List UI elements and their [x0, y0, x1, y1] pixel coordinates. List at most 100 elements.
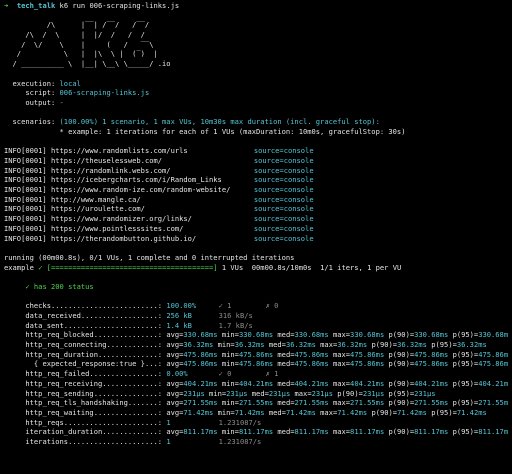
metric-stat-value: 36.32ms [337, 340, 368, 350]
metric-stat-value: 811.17ms [183, 427, 218, 437]
k6-logo: /\ |‾‾| /‾‾/ /‾‾/ /\ / \ | |/ / / / / \/… [4, 20, 508, 68]
log-level: INFO[0001] [4, 194, 47, 204]
metric-stat-value: 71.42ms [285, 407, 316, 417]
metric-stat-key: med= [277, 359, 295, 369]
metric-stat-key: max= [320, 340, 338, 350]
metric-value: 256 kB [166, 311, 192, 320]
metric-name: http_req_blocked...............: [25, 330, 163, 340]
metric-stat-key: min= [217, 407, 235, 417]
metric-stat-value: 36.32ms [397, 340, 427, 350]
metric-row: http_req_connecting............: avg=36.… [4, 340, 508, 350]
log-line: INFO[0001] https://www.random-ize.com/ra… [4, 185, 508, 195]
metric-stat-key: min= [221, 398, 239, 408]
metric-stat-key: p(90)= [371, 407, 398, 417]
metric-stat-key: max= [294, 388, 312, 398]
metric-stat-value: 475.86ms [238, 359, 274, 369]
prompt-command: k6 run 006-scraping-links.js [59, 1, 180, 10]
metric-stat-key: max= [332, 398, 351, 408]
metric-stat-value: 231µs [362, 388, 385, 398]
log-source: source=console [253, 175, 314, 185]
metric-stat-key: p(90)= [388, 427, 415, 437]
metric-name: iteration_duration.............: [25, 427, 163, 437]
metric-stat-value: 36.32ms [234, 340, 265, 350]
metric-value: 0.00% [166, 369, 188, 379]
metric-stat-value: 475.86ms [414, 359, 449, 369]
progress-line: example ✓ [=============================… [4, 263, 508, 273]
metric-stat-key: p(90)= [388, 359, 415, 369]
progress-tail: 1 VUs 00m00.8s/10m0s 1/1 iters, 1 per VU [221, 262, 402, 272]
metric-row: { expected_response:true }...: avg=475.8… [4, 359, 508, 369]
metric-stat-value: 330.68ms [238, 330, 274, 340]
metric-stat-key: p(95)= [452, 359, 479, 369]
scenarios-summary: (100.00%) 1 scenario, 1 max VUs, 10m30s … [59, 117, 380, 127]
metric-name: http_req_waiting...............: [25, 407, 163, 417]
metric-value: 1 [166, 436, 171, 446]
metric-stat-key: min= [221, 427, 239, 437]
metric-stat-key: avg= [166, 407, 184, 417]
metric-stat-value: 811.17ms [350, 427, 385, 437]
scenarios-line: scenarios: (100.00%) 1 scenario, 1 max V… [4, 117, 508, 127]
terminal-window[interactable]: ➜ tech_talk k6 run 006-scraping-links.js… [0, 0, 512, 474]
metric-name: checks.........................: [25, 301, 163, 311]
metric-name: http_req_sending...............: [25, 388, 163, 398]
metric-stat-key: p(95)= [452, 330, 479, 340]
log-level: INFO[0001] [4, 165, 47, 175]
metric-name: http_req_connecting............: [25, 340, 163, 350]
script-label: script: [4, 88, 56, 98]
metric-stat-key: min= [221, 359, 239, 369]
metric-name: http_req_failed................: [25, 369, 163, 379]
metric-stat-value: 811.17ms [478, 427, 508, 437]
metric-extra: 1.7 kB/s [218, 320, 253, 330]
scenario-name: example [4, 262, 34, 272]
metric-stat-value: 475.86ms [478, 359, 508, 369]
metric-stat-key: p(90)= [388, 398, 415, 408]
k6-logo-line: /\ / \ | |/ / / / [4, 30, 145, 40]
log-source: source=console [253, 214, 314, 224]
metric-stat-key: p(95)= [388, 388, 415, 398]
log-level: INFO[0001] [4, 223, 47, 233]
log-source: source=console [253, 165, 314, 175]
scenario-check-icon: ✓ [38, 262, 43, 272]
metric-stat-key: med= [268, 407, 286, 417]
log-url: https://theuselessweb.com/ [51, 156, 163, 165]
metric-row: http_req_waiting...............: avg=71.… [4, 408, 508, 418]
metric-stat-key: p(90)= [388, 349, 415, 359]
script-line: script: 006-scraping-links.js [4, 88, 508, 98]
output-label: output: [4, 97, 56, 107]
log-source: source=console [253, 204, 314, 214]
metric-stat-key: p(95)= [431, 407, 457, 417]
metric-stat-value: 71.42ms [234, 407, 265, 417]
metric-stat-key: max= [332, 427, 351, 437]
log-url: https://uroulette.com/ [51, 204, 145, 214]
metric-stat-value: 71.42ms [183, 407, 214, 417]
metric-stat-value: 71.42ms [337, 407, 368, 417]
metric-stat-value: 71.42ms [397, 407, 427, 417]
log-url: https://www.randomizer.org/links/ [51, 214, 192, 224]
metric-extra: 1.231087/s [218, 436, 262, 446]
log-level: INFO[0001] [4, 233, 47, 243]
metric-stat-value: 330.68ms [294, 330, 329, 340]
metric-row: iteration_duration.............: avg=811… [4, 427, 508, 437]
metric-stat-value: 404.21ms [478, 378, 508, 388]
metric-stat-value: 330.68ms [183, 330, 218, 340]
metric-extra: ✓ 0 ✗ 1 [218, 369, 279, 379]
metric-extra: ✓ 1 ✗ 0 [218, 301, 279, 311]
metric-stat-key: med= [277, 378, 295, 388]
log-source: source=console [253, 194, 314, 204]
prompt-arrow-icon: ➜ [4, 1, 9, 10]
metric-stat-key: min= [221, 378, 239, 388]
execution-line: execution: local [4, 79, 508, 89]
metric-stat-key: max= [332, 349, 351, 359]
metric-stat-value: 475.86ms [478, 349, 508, 359]
log-url: https://icebergcharts.com/i/Random_Links [51, 175, 222, 185]
metric-stat-key: med= [277, 427, 295, 437]
metric-value: 1.4 kB [166, 320, 192, 330]
metric-stat-key: p(95)= [452, 349, 479, 359]
metric-stat-value: 404.21ms [414, 378, 449, 388]
metric-row: checks.........................: 100.00%… [4, 301, 508, 311]
metric-stat-value: 71.42ms [456, 407, 487, 417]
scenarios-label: scenarios: [4, 117, 56, 127]
metric-row: http_req_tls_handshaking.......: avg=271… [4, 398, 508, 408]
output-line: output: - [4, 98, 508, 108]
metric-stat-value: 231µs [268, 388, 291, 398]
